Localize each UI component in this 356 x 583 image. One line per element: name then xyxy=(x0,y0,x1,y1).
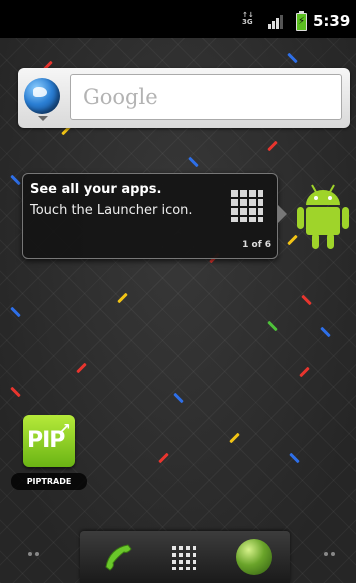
hint-body: Touch the Launcher icon. xyxy=(30,203,193,218)
status-time: 5:39 xyxy=(313,12,351,30)
launcher-hint-bubble[interactable]: See all your apps. Touch the Launcher ic… xyxy=(22,173,287,259)
launcher-icon[interactable] xyxy=(172,546,196,570)
search-input[interactable]: Google xyxy=(70,74,342,120)
android-robot-icon xyxy=(297,184,349,249)
piptrade-app-label[interactable]: PIPTRADE xyxy=(11,473,87,490)
next-screen-dots[interactable] xyxy=(324,552,336,558)
search-placeholder: Google xyxy=(83,85,158,109)
browser-icon[interactable] xyxy=(236,539,272,575)
google-search-widget[interactable]: Google xyxy=(18,68,350,128)
previous-screen-dots[interactable] xyxy=(28,552,40,558)
hint-page-indicator: 1 of 6 xyxy=(242,240,271,250)
battery-charging-icon: ⚡ xyxy=(296,11,307,31)
status-bar: ↑↓ 3G ⚡ 5:39 xyxy=(0,0,356,38)
network-type-icon: ↑↓ 3G xyxy=(242,11,254,26)
app-grid-icon xyxy=(231,190,263,222)
search-engine-globe-icon[interactable] xyxy=(24,78,60,114)
phone-icon[interactable] xyxy=(98,537,138,577)
piptrade-app-icon[interactable]: PIP ↗ xyxy=(23,415,75,467)
arrow-up-right-icon: ↗ xyxy=(59,421,71,437)
hint-title: See all your apps. xyxy=(30,182,162,197)
dock-bar xyxy=(80,531,290,583)
signal-strength-icon xyxy=(268,13,288,29)
chevron-down-icon xyxy=(38,116,48,121)
